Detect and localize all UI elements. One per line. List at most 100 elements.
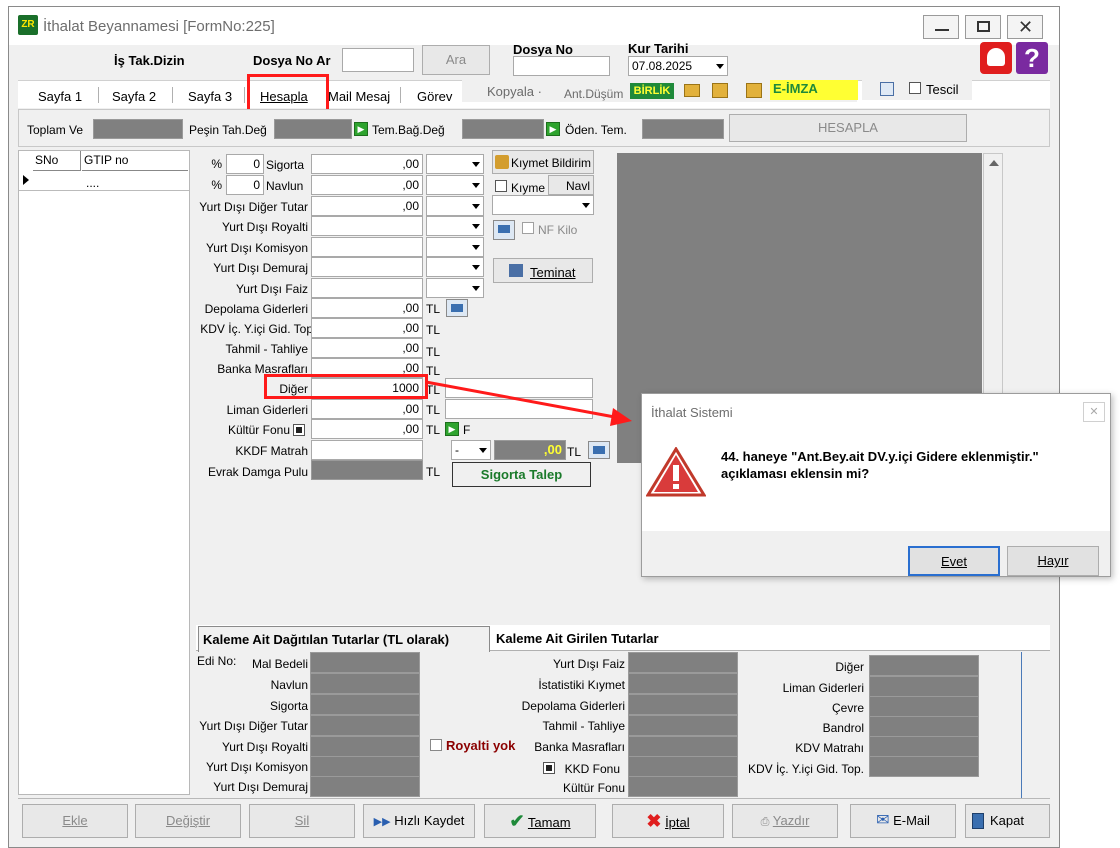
folder-export-icon[interactable] [746, 83, 762, 98]
arrow-right-icon[interactable]: ▶ [546, 122, 560, 136]
b-diger-field[interactable] [869, 655, 979, 676]
hesapla-summary-button[interactable]: HESAPLA [729, 114, 967, 142]
navlun-input[interactable]: ,00 [311, 175, 423, 195]
b-yd-demuraj-field[interactable] [310, 776, 420, 797]
sigorta-percent-input[interactable]: 0 [226, 154, 264, 174]
yd-komisyon-currency-select[interactable] [426, 237, 484, 257]
evrak-damga-field[interactable] [311, 460, 423, 480]
close-button[interactable]: ✕ [1007, 15, 1043, 39]
kkdf-value-field[interactable]: ,00 [494, 440, 566, 460]
degistir-button[interactable]: Değiştir [135, 804, 241, 838]
folder-upload-icon[interactable] [712, 83, 728, 98]
sil-button[interactable]: Sil [249, 804, 355, 838]
calculator-icon[interactable] [588, 441, 610, 459]
yd-royalti-currency-select[interactable] [426, 216, 484, 236]
b-yd-komisyon-field[interactable] [310, 756, 420, 777]
navlun-percent-input[interactable]: 0 [226, 175, 264, 195]
depolama-input[interactable]: ,00 [311, 298, 423, 318]
maximize-button[interactable] [965, 15, 1001, 39]
sigorta-input[interactable]: ,00 [311, 154, 423, 174]
tab-sayfa2[interactable]: Sayfa 2 [112, 89, 156, 104]
b-navlun-field[interactable] [310, 673, 420, 694]
calculator-icon[interactable] [493, 220, 515, 240]
dialog-no-button[interactable]: Hayır [1007, 546, 1099, 576]
tahmil-input[interactable]: ,00 [311, 338, 423, 358]
arrow-right-icon[interactable]: ▶ [354, 122, 368, 136]
yd-diger-tutar-input[interactable]: ,00 [311, 196, 423, 216]
kur-tarihi-picker[interactable]: 07.08.2025 [628, 56, 728, 76]
email-button[interactable]: ✉ E-Mail [850, 804, 956, 838]
b-liman-field[interactable] [869, 676, 979, 697]
folder-open-icon[interactable] [684, 84, 700, 97]
nf-kilo-checkbox[interactable] [522, 222, 534, 234]
yd-demuraj-input[interactable] [311, 257, 423, 277]
navlun-button[interactable]: Navl [548, 175, 594, 195]
ant-dusum-button[interactable]: Ant.Düşüm [564, 87, 623, 101]
b-mal-bedeli-field[interactable] [310, 652, 420, 673]
b-kdv-ic-field[interactable] [869, 756, 979, 777]
ara-button[interactable]: Ara [422, 45, 490, 75]
b-sigorta-field[interactable] [310, 694, 420, 715]
scroll-up-icon[interactable] [989, 160, 999, 166]
alarm-bell-icon[interactable] [980, 42, 1012, 74]
e-imza-button[interactable]: E-İMZA [770, 80, 858, 100]
iptal-button[interactable]: ✖ İptal [612, 804, 724, 838]
yd-demuraj-currency-select[interactable] [426, 257, 484, 277]
ekle-button[interactable]: Ekle [22, 804, 128, 838]
kiymet-select[interactable] [492, 195, 594, 215]
b-depolama-field[interactable] [628, 694, 738, 715]
b-kdv-matrahi-field[interactable] [869, 736, 979, 757]
sigorta-currency-select[interactable] [426, 154, 484, 174]
yd-faiz-currency-select[interactable] [426, 278, 484, 298]
calculator-icon[interactable] [446, 299, 468, 317]
kiymet-bildirim-button[interactable]: Kıymet Bildirim [492, 150, 594, 174]
oden-tem-field[interactable] [642, 119, 724, 139]
toplam-ve-field[interactable] [93, 119, 183, 139]
help-icon[interactable]: ? [1016, 42, 1048, 74]
b-istatistiki-field[interactable] [628, 673, 738, 694]
navlun-currency-select[interactable] [426, 175, 484, 195]
tab-gorev[interactable]: Görev [417, 89, 452, 104]
kdv-ic-input[interactable]: ,00 [311, 318, 423, 338]
b-yd-faiz-field[interactable] [628, 652, 738, 673]
dialog-yes-button[interactable]: Evet [908, 546, 1000, 576]
preview-icon[interactable] [880, 82, 894, 96]
yazdir-button[interactable]: ⎙ Yazdır [732, 804, 838, 838]
yd-komisyon-input[interactable] [311, 237, 423, 257]
kkdf-select[interactable]: - [451, 440, 491, 460]
royalti-yok-checkbox[interactable] [430, 739, 442, 751]
tamam-button[interactable]: ✔ Tamam [484, 804, 596, 838]
liman-input[interactable]: ,00 [311, 399, 423, 419]
dosya-no-search-input[interactable] [342, 48, 414, 72]
b-kultur-fonu-field[interactable] [628, 776, 738, 797]
b-bandrol-field[interactable] [869, 716, 979, 737]
pesin-tah-field[interactable] [274, 119, 352, 139]
kultur-checkbox[interactable] [293, 424, 305, 436]
grid-header-sno[interactable]: SNo [33, 151, 81, 171]
b-yd-diger-field[interactable] [310, 715, 420, 736]
kiyme-checkbox[interactable] [495, 180, 507, 192]
sigorta-talep-button[interactable]: Sigorta Talep [452, 462, 591, 487]
tab-mail-mesaj[interactable]: Mail Mesaj [328, 89, 390, 104]
b-banka-field[interactable] [628, 736, 738, 757]
kopyala-button[interactable]: Kopyala · [487, 84, 542, 99]
dialog-close-button[interactable]: ✕ [1083, 402, 1105, 422]
minimize-button[interactable] [923, 15, 959, 39]
yd-faiz-input[interactable] [311, 278, 423, 298]
tab-sayfa3[interactable]: Sayfa 3 [188, 89, 232, 104]
kultur-input[interactable]: ,00 [311, 419, 423, 439]
yd-diger-currency-select[interactable] [426, 196, 484, 216]
tab-girilen-tutarlar[interactable]: Kaleme Ait Girilen Tutarlar [496, 631, 659, 646]
hizli-kaydet-button[interactable]: ▶▶ Hızlı Kaydet [363, 804, 475, 838]
dosya-no-input[interactable] [513, 56, 610, 76]
grid-header-gtip[interactable]: GTIP no [82, 151, 188, 171]
tescil-checkbox[interactable] [909, 82, 921, 94]
tab-dagitilan-tutarlar[interactable]: Kaleme Ait Dağıtılan Tutarlar (TL olarak… [198, 626, 490, 652]
b-yd-royalti-field[interactable] [310, 736, 420, 757]
kapat-button[interactable]: Kapat [965, 804, 1050, 838]
yd-royalti-input[interactable] [311, 216, 423, 236]
tab-sayfa1[interactable]: Sayfa 1 [38, 89, 82, 104]
tem-bag-field[interactable] [462, 119, 544, 139]
b-tahmil-field[interactable] [628, 715, 738, 736]
birlik-button[interactable]: BİRLİK [630, 83, 674, 99]
